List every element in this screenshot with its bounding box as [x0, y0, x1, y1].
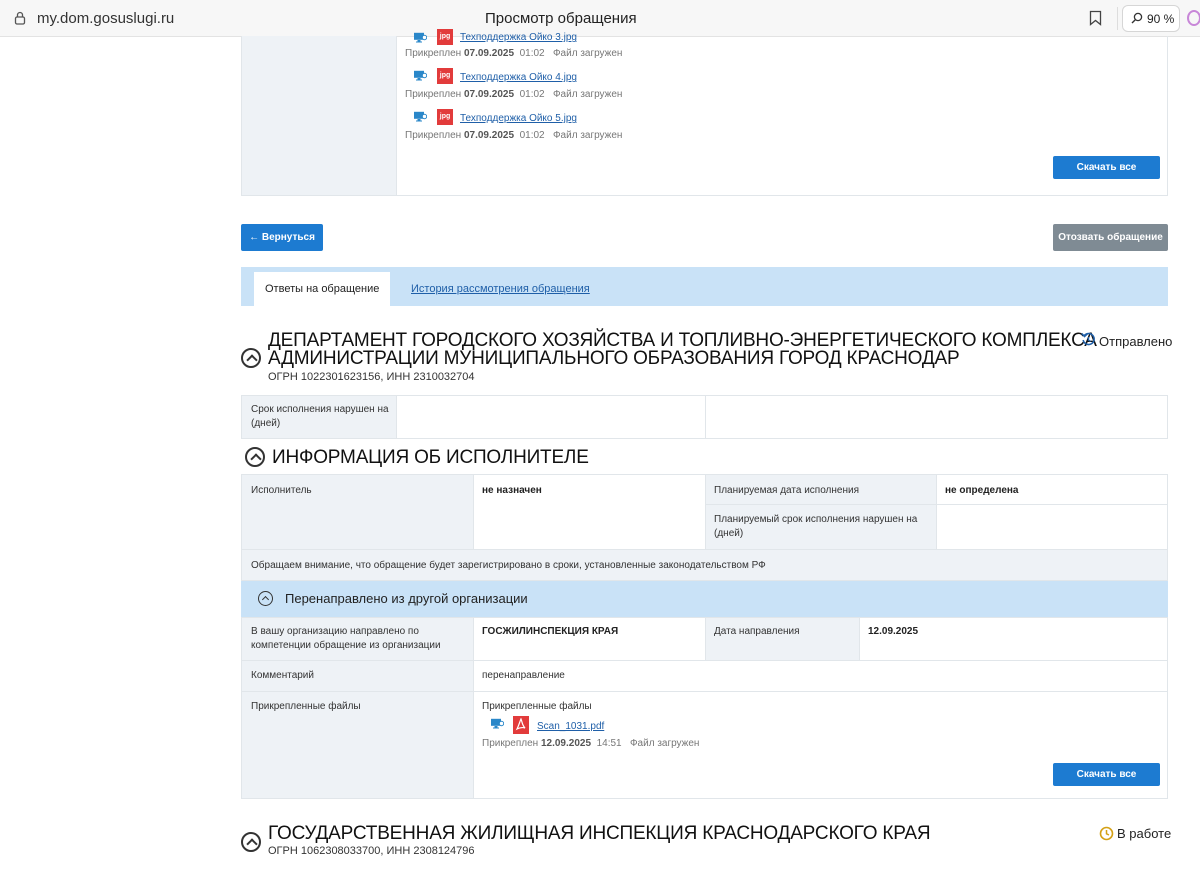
- monitor-preview-icon[interactable]: [413, 111, 427, 122]
- redirect-date-value: 12.09.2025: [868, 626, 919, 637]
- zoom-magnifier-icon: [1131, 12, 1143, 24]
- toolbar-divider: [1117, 7, 1118, 30]
- redirect-date-value-cell: 12.09.2025: [859, 617, 1168, 661]
- planned-date-label-cell: Планируемая дата исполнения: [705, 474, 937, 505]
- download-all-button[interactable]: Скачать все: [1053, 156, 1160, 179]
- browser-extension-icon[interactable]: [1187, 10, 1200, 26]
- tab-history[interactable]: История рассмотрения обращения: [411, 283, 590, 295]
- redirect-from-label-cell: В вашу организацию направлено по компете…: [241, 617, 474, 661]
- tab-answers[interactable]: Ответы на обращение: [254, 272, 390, 306]
- org1-name-line2: АДМИНИСТРАЦИИ МУНИЦИПАЛЬНОГО ОБРАЗОВАНИЯ…: [268, 348, 960, 369]
- sent-status-icon: [1081, 332, 1095, 346]
- tab-answers-label: Ответы на обращение: [265, 283, 380, 295]
- redirect-from-value-cell: ГОСЖИЛИНСПЕКЦИЯ КРАЯ: [473, 617, 706, 661]
- registration-notice: Обращаем внимание, что обращение будет з…: [251, 560, 766, 571]
- executor-value: не назначен: [482, 485, 542, 496]
- pdf-file-link[interactable]: Scan_1031.pdf: [537, 721, 604, 732]
- executor-label: Исполнитель: [251, 485, 312, 496]
- files-label-cell: Прикрепленные файлы: [241, 691, 474, 799]
- attachments-label-cell: [241, 36, 397, 196]
- monitor-preview-icon[interactable]: [490, 718, 504, 729]
- file-meta-4: Прикреплен 07.09.2025 01:02 Файл загруже…: [405, 89, 623, 100]
- file-meta-3: Прикреплен 07.09.2025 01:02 Файл загруже…: [405, 48, 623, 59]
- pdf-file-icon: [513, 716, 529, 734]
- redirect-section-title: Перенаправлено из другой организации: [285, 591, 528, 606]
- files-heading: Прикрепленные файлы: [482, 701, 592, 712]
- zoom-level: 90 %: [1147, 12, 1175, 26]
- collapse-chevron-icon[interactable]: [258, 591, 273, 606]
- back-button[interactable]: ← Вернуться: [241, 224, 323, 251]
- address-bar-url[interactable]: my.dom.gosuslugi.ru: [37, 10, 174, 27]
- collapse-chevron-icon[interactable]: [241, 348, 261, 368]
- redirect-date-label: Дата направления: [714, 626, 800, 637]
- zoom-button[interactable]: 90 %: [1122, 5, 1180, 32]
- pdf-file-meta: Прикреплен 12.09.2025 14:51 Файл загруже…: [482, 738, 700, 749]
- collapse-chevron-icon[interactable]: [245, 447, 265, 467]
- files-label: Прикрепленные файлы: [251, 701, 361, 712]
- redirect-date-label-cell: Дата направления: [705, 617, 860, 661]
- org1-status: Отправлено: [1099, 334, 1173, 349]
- planned-date-value-cell: не определена: [936, 474, 1168, 505]
- redirect-from-value: ГОСЖИЛИНСПЕКЦИЯ КРАЯ: [482, 626, 619, 637]
- deadline-label-cell: Срок исполнения нарушен на (дней): [241, 395, 397, 439]
- executor-section-title: ИНФОРМАЦИЯ ОБ ИСПОЛНИТЕЛЕ: [272, 447, 589, 468]
- planned-overdue-value-cell: [936, 504, 1168, 550]
- planned-overdue-label: Планируемый срок исполнения нарушен на (…: [714, 514, 918, 539]
- executor-label-cell: Исполнитель: [241, 474, 474, 550]
- jpg-file-icon: jpg: [437, 29, 453, 45]
- org2-ids: ОГРН 1062308033700, ИНН 2308124796: [268, 845, 475, 857]
- executor-value-cell: не назначен: [473, 474, 706, 550]
- comment-value-cell: перенаправление: [473, 660, 1168, 692]
- bookmark-icon[interactable]: [1089, 10, 1102, 26]
- clock-icon: [1099, 826, 1114, 841]
- comment-label-cell: Комментарий: [241, 660, 474, 692]
- planned-date-label: Планируемая дата исполнения: [714, 485, 859, 496]
- lock-icon: [14, 11, 26, 25]
- org2-status: В работе: [1117, 826, 1172, 841]
- redirect-section-header[interactable]: Перенаправлено из другой организации: [241, 581, 1168, 617]
- deadline-value-cell: [396, 395, 706, 439]
- jpg-file-icon: jpg: [437, 68, 453, 84]
- file-link-5[interactable]: Техподдержка Ойко 5.jpg: [460, 113, 577, 124]
- deadline-extra-cell: [705, 395, 1168, 439]
- download-all-button[interactable]: Скачать все: [1053, 763, 1160, 786]
- collapse-chevron-icon[interactable]: [241, 832, 261, 852]
- monitor-preview-icon[interactable]: [413, 70, 427, 81]
- redirect-from-label: В вашу организацию направлено по компете…: [251, 626, 441, 651]
- comment-value: перенаправление: [482, 670, 565, 681]
- planned-overdue-label-cell: Планируемый срок исполнения нарушен на (…: [705, 504, 937, 550]
- org1-ids: ОГРН 1022301623156, ИНН 2310032704: [268, 371, 475, 383]
- planned-date-value: не определена: [945, 485, 1019, 496]
- file-link-4[interactable]: Техподдержка Ойко 4.jpg: [460, 72, 577, 83]
- file-meta-5: Прикреплен 07.09.2025 01:02 Файл загруже…: [405, 130, 623, 141]
- org2-name: ГОСУДАРСТВЕННАЯ ЖИЛИЩНАЯ ИНСПЕКЦИЯ КРАСН…: [268, 823, 931, 844]
- jpg-file-icon: jpg: [437, 109, 453, 125]
- registration-notice-row: Обращаем внимание, что обращение будет з…: [241, 549, 1168, 581]
- monitor-preview-icon[interactable]: [413, 32, 427, 43]
- file-link-3[interactable]: Техподдержка Ойко 3.jpg: [460, 32, 577, 43]
- comment-label: Комментарий: [251, 670, 314, 681]
- browser-toolbar: my.dom.gosuslugi.ru Просмотр обращения 9…: [0, 0, 1200, 37]
- browser-page-title: Просмотр обращения: [485, 10, 637, 27]
- withdraw-request-button[interactable]: Отозвать обращение: [1053, 224, 1168, 251]
- deadline-label: Срок исполнения нарушен на (дней): [251, 404, 389, 429]
